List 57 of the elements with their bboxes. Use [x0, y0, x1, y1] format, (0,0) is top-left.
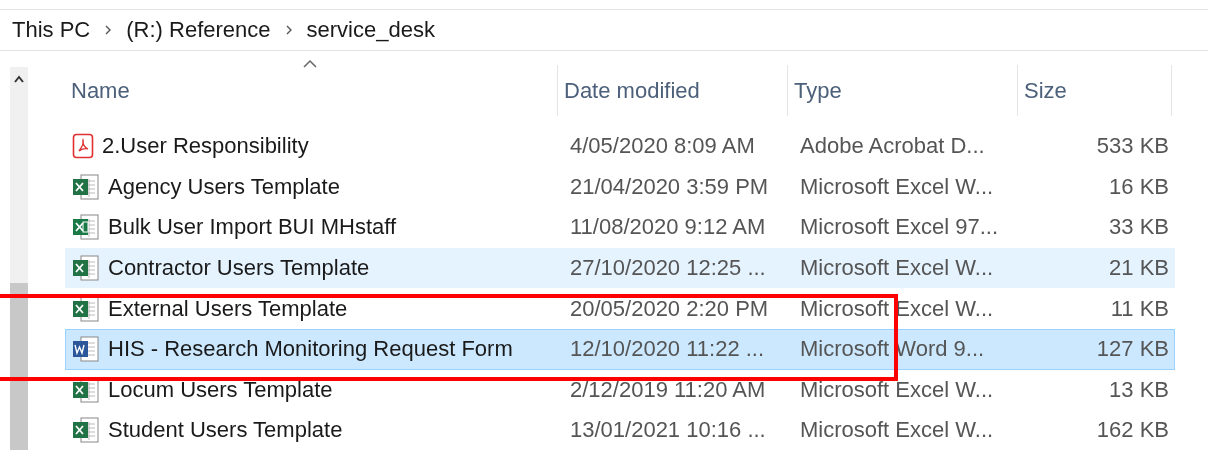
- file-name: Contractor Users Template: [108, 255, 370, 282]
- spreadsheet-file-icon: [72, 416, 100, 445]
- date-modified: 20/05/2020 2:20 PM: [569, 295, 770, 322]
- file-type: Microsoft Excel W...: [799, 417, 995, 444]
- file-type: Adobe Acrobat D...: [799, 133, 986, 160]
- file-name: Locum Users Template: [108, 376, 333, 403]
- word-document-icon: [72, 335, 100, 364]
- date-modified: 13/01/2021 10:16 ...: [569, 417, 767, 444]
- file-type: Microsoft Word 9...: [799, 336, 986, 363]
- file-row[interactable]: Locum Users Template 2/12/2019 11:20 AM Microsoft Excel W... 13 KB: [65, 369, 1175, 411]
- scrollbar[interactable]: [10, 67, 28, 450]
- date-modified: 21/04/2020 3:59 PM: [569, 173, 770, 200]
- file-size: 33 KB: [1108, 214, 1169, 241]
- file-name: External Users Template: [108, 295, 348, 322]
- file-size: 21 KB: [1108, 255, 1169, 282]
- file-type: Microsoft Excel W...: [799, 173, 995, 200]
- column-header[interactable]: Type: [794, 77, 842, 104]
- file-type: Microsoft Excel W...: [799, 255, 995, 282]
- breadcrumb-item[interactable]: service_desk: [306, 17, 435, 43]
- date-modified: 12/10/2020 11:22 ...: [569, 336, 766, 363]
- spreadsheet-file-icon: [72, 172, 100, 201]
- chevron-right-icon: [104, 24, 113, 36]
- file-name: HIS - Research Monitoring Request Form: [108, 336, 513, 363]
- column-header[interactable]: Size: [1024, 77, 1067, 104]
- file-row[interactable]: HIS - Research Monitoring Request Form 12/10/2020 11:22 ... Microsoft Word 9... 127 KB: [65, 328, 1175, 370]
- date-modified: 2/12/2019 11:20 AM: [569, 376, 767, 403]
- file-name: Agency Users Template: [108, 173, 340, 200]
- file-row[interactable]: Contractor Users Template 27/10/2020 12:25 ... Microsoft Excel W... 21 KB: [65, 247, 1175, 289]
- spreadsheet-file-icon: [72, 254, 100, 283]
- file-type: Microsoft Excel W...: [799, 376, 995, 403]
- file-name: Student Users Template: [108, 417, 343, 444]
- spreadsheet-file-icon: [72, 213, 100, 242]
- date-modified: 27/10/2020 12:25 ...: [569, 255, 767, 282]
- column-header[interactable]: Name: [71, 77, 130, 104]
- breadcrumb-item[interactable]: (R:) Reference: [126, 17, 271, 43]
- pdf-file-icon: [72, 133, 94, 160]
- breadcrumb-item[interactable]: This PC: [12, 17, 91, 43]
- file-row[interactable]: Agency Users Template 21/04/2020 3:59 PM Microsoft Excel W... 16 KB: [65, 166, 1175, 208]
- file-name: Bulk User Import BUI MHstaff: [108, 214, 397, 241]
- scroll-up-icon[interactable]: [14, 75, 24, 83]
- file-type: Microsoft Excel 97...: [799, 214, 1000, 241]
- file-name: 2.User Responsibility: [102, 133, 309, 160]
- file-size: 162 KB: [1095, 417, 1169, 444]
- file-size: 11 KB: [1109, 295, 1169, 322]
- sort-caret-icon: [303, 59, 317, 68]
- file-size: 127 KB: [1095, 336, 1169, 363]
- date-modified: 4/05/2020 8:09 AM: [569, 133, 756, 160]
- file-size: 13 KB: [1108, 376, 1169, 403]
- column-header[interactable]: Date modified: [564, 77, 700, 104]
- file-row[interactable]: 2.User Responsibility 4/05/2020 8:09 AM Adobe Acrobat D... 533 KB: [65, 126, 1175, 167]
- file-row[interactable]: Bulk User Import BUI MHstaff 11/08/2020 9:12 AM Microsoft Excel 97... 33 KB: [65, 207, 1175, 248]
- file-size: 16 KB: [1108, 173, 1169, 200]
- file-size: 533 KB: [1095, 133, 1169, 160]
- chevron-right-icon: [284, 24, 293, 36]
- scrollbar-thumb[interactable]: [10, 283, 28, 450]
- date-modified: 11/08/2020 9:12 AM: [569, 214, 767, 241]
- file-row[interactable]: Student Users Template 13/01/2021 10:16 ... Microsoft Excel W... 162 KB: [65, 410, 1175, 450]
